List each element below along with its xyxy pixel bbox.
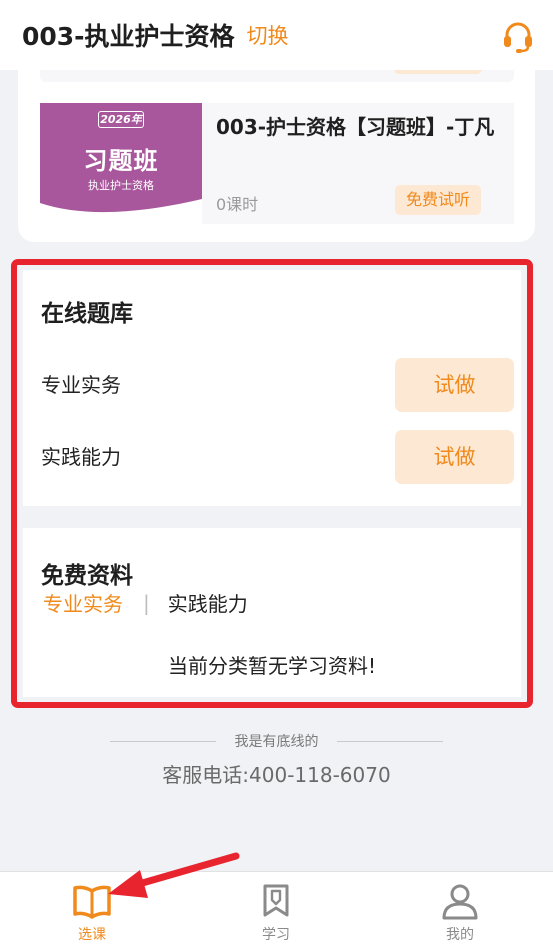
course-title[interactable]: 003-护士资格【习题班】-丁凡 (216, 113, 506, 141)
tab-label: 学习 (262, 927, 290, 943)
tab-label: 选课 (78, 927, 106, 943)
thumbnail-subtitle: 执业护士资格 (88, 179, 154, 192)
tab-mine[interactable]: 我的 (420, 872, 500, 950)
thumbnail-name: 习题班 (83, 147, 159, 175)
headset-icon[interactable] (501, 20, 535, 54)
bottom-tab-bar: 选课 学习 我的 (0, 871, 553, 950)
course-hours: 0课时 (216, 195, 259, 214)
customer-service-hotline[interactable]: 客服电话:400-118-6070 (0, 759, 553, 788)
switch-link[interactable]: 切换 (247, 20, 289, 50)
free-trial-button[interactable]: 免费试听 (395, 185, 481, 215)
course-list-card: 2026年 习题班 执业护士资格 003-护士资格【习题班】-丁凡 0课时 免费… (18, 60, 535, 242)
page-title: 003-执业护士资格 (22, 22, 235, 51)
arrow-icon (108, 852, 240, 898)
highlight-box (11, 259, 533, 708)
app-header: 003-执业护士资格 切换 (0, 0, 553, 70)
thumbnail-year: 2026年 (98, 111, 144, 128)
course-thumbnail: 2026年 习题班 执业护士资格 (40, 103, 202, 224)
end-of-list-note: 我是有底线的 (234, 734, 319, 750)
tab-study[interactable]: 学习 (236, 872, 316, 950)
course-item[interactable]: 2026年 习题班 执业护士资格 003-护士资格【习题班】-丁凡 0课时 免费… (40, 103, 514, 224)
tab-label: 我的 (446, 927, 474, 943)
